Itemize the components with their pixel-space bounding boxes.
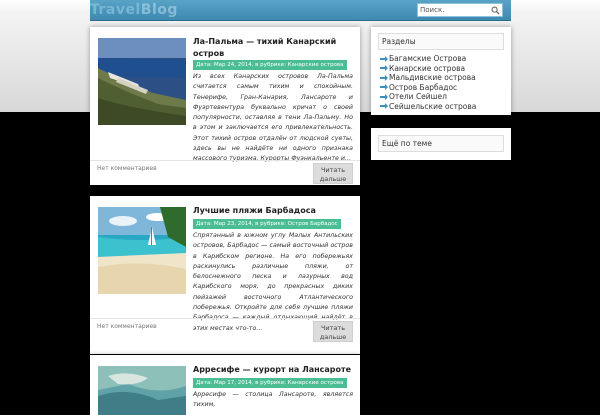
post-card: Лучшие пляжи Барбадоса Дата: Мар 23, 201… [90,196,360,354]
post-image-barbados [98,207,186,294]
arrow-right-icon [380,74,388,81]
category-item[interactable]: Багамские Острова [380,54,476,64]
post-card: Арресифе — курорт на Лансароте Дата: Мар… [90,355,360,415]
post-card: Ла-Пальма — тихий Канарский остров Дата:… [90,27,360,185]
read-more-button[interactable]: Читать дальше [313,163,353,184]
post-thumbnail[interactable] [98,366,186,415]
search-input[interactable] [418,4,486,16]
category-item[interactable]: Канарские острова [380,64,476,74]
post-thumbnail[interactable] [98,38,186,125]
widget-title: Разделы [378,33,504,50]
category-label: Мальдивские острова [389,73,476,82]
category-label: Канарские острова [389,63,466,73]
post-image-arrecife [98,366,186,415]
category-label: Сейшельские острова [389,101,477,111]
post-excerpt: Арресифе — столица Лансароте, является т… [193,391,353,409]
post-thumbnail[interactable] [98,207,186,294]
read-more-button[interactable]: Читать дальше [313,321,353,342]
arrow-right-icon [380,103,388,110]
widget-title: Ещё по теме [378,135,504,152]
category-label: Отели Сейшел [389,92,447,101]
logo-part-travel: Travel [90,2,141,18]
post-title[interactable]: Арресифе — курорт на Лансароте [193,364,353,376]
post-title[interactable]: Лучшие пляжи Барбадоса [193,205,353,217]
post-meta: Дата: Мар 24, 2014, в рубрике: Канарские… [193,60,347,70]
logo-part-blog: Blog [140,2,178,18]
category-list: Багамские Острова Канарские острова Маль… [380,54,476,111]
post-divider [90,160,360,161]
post-meta: Дата: Мар 23, 2014, в рубрике: Остров Ба… [193,219,341,229]
related-widget: Ещё по теме [371,128,511,160]
search-button[interactable] [489,5,501,15]
post-meta: Дата: Мар 17, 2014, в рубрике: Канарские… [193,378,347,388]
category-label: Багамские Острова [389,54,467,63]
category-item[interactable]: Отели Сейшел [380,92,476,102]
arrow-right-icon [380,93,388,100]
category-item[interactable]: Мальдивские острова [380,73,476,83]
post-excerpt: Из всех Канарских островов Ла-Пальма счи… [193,73,353,163]
category-item[interactable]: Сейшельские острова [380,102,476,112]
category-label: Остров Барбадос [389,82,458,92]
search-icon [491,6,500,15]
categories-widget: Разделы Багамские Острова Канарские остр… [371,27,511,115]
header-bar: TravelBlog [90,0,511,21]
category-item[interactable]: Остров Барбадос [380,83,476,93]
site-logo[interactable]: TravelBlog [90,0,178,20]
comments-link[interactable]: Нет комментариев [97,323,157,330]
post-image-la-palma [98,38,186,125]
post-title[interactable]: Ла-Пальма — тихий Канарский остров [193,36,353,60]
arrow-right-icon [380,65,388,72]
search-form [417,3,503,17]
arrow-right-icon [380,84,388,91]
comments-link[interactable]: Нет комментариев [97,165,157,172]
arrow-right-icon [380,55,388,62]
post-divider [90,318,360,319]
